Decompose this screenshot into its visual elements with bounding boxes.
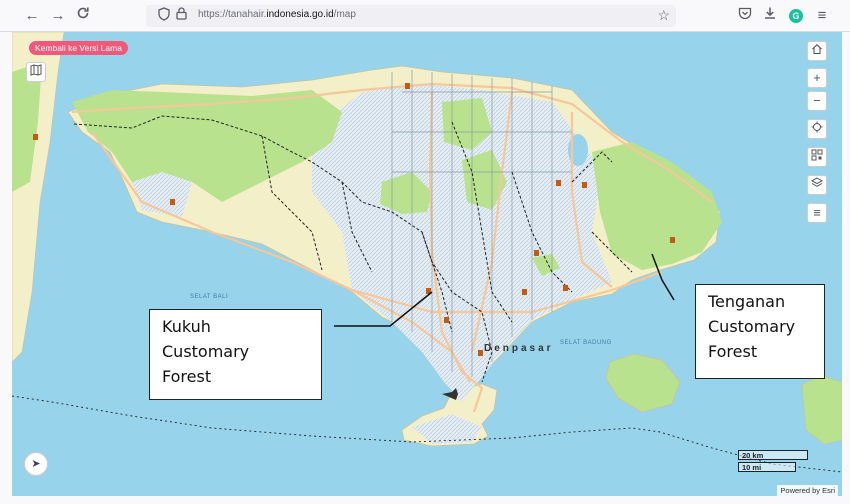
tenganan-line-2: Customary: [708, 317, 796, 336]
url-prefix: https://tanahair.: [198, 9, 267, 20]
sea-label-selat-badung: SELAT BADUNG: [560, 340, 612, 346]
attribution: Powered by Esri: [777, 485, 838, 496]
download-icon[interactable]: [760, 6, 780, 26]
url-text[interactable]: https://tanahair.indonesia.go.id/map: [198, 9, 356, 20]
sea-label-selat-bali: SELAT BALI: [190, 294, 229, 300]
back-icon[interactable]: ←: [22, 6, 42, 26]
layers-icon[interactable]: [807, 175, 827, 195]
forward-icon[interactable]: →: [48, 6, 68, 26]
tenganan-line-1: Tenganan: [708, 292, 786, 311]
window-frame-bottom: [0, 496, 850, 504]
compass-icon[interactable]: ➤: [24, 452, 48, 476]
scale-bar-km: 20 km: [738, 450, 808, 460]
home-icon[interactable]: [807, 41, 827, 61]
url-path: /map: [333, 9, 356, 20]
map-view[interactable]: Kembali ke Versi Lama SELAT BALI SELAT B…: [12, 32, 842, 496]
star-icon[interactable]: ☆: [657, 7, 670, 24]
address-bar[interactable]: https://tanahair.indonesia.go.id/map ☆: [146, 5, 676, 27]
scale-bar-mi: 10 mi: [738, 462, 796, 472]
kukuh-forest-annotation: Kukuh Customary Forest: [149, 309, 322, 400]
zoom-in-icon[interactable]: +: [807, 68, 827, 88]
grammarly-letter: G: [789, 9, 803, 23]
zoom-out-icon[interactable]: −: [807, 91, 827, 111]
list-icon[interactable]: ≡: [807, 203, 827, 223]
lock-icon[interactable]: [176, 7, 187, 23]
pocket-icon[interactable]: [735, 6, 755, 26]
nusa-penida: [605, 353, 681, 413]
kukuh-line-1: Kukuh: [162, 317, 211, 336]
city-label-denpasar: Denpasar: [484, 343, 554, 354]
kukuh-line-2: Customary: [162, 342, 250, 361]
tenganan-forest-annotation: Tenganan Customary Forest: [695, 284, 825, 379]
back-to-old-version-button[interactable]: Kembali ke Versi Lama: [29, 41, 128, 55]
grammarly-icon[interactable]: G: [786, 6, 806, 26]
kukuh-line-3: Forest: [162, 367, 212, 386]
window-frame-right: [842, 32, 850, 504]
menu-icon[interactable]: ≡: [812, 6, 832, 26]
locate-icon[interactable]: [807, 119, 827, 139]
map-canvas: [12, 32, 842, 473]
basemap-icon[interactable]: [26, 62, 46, 82]
url-host: indonesia.go.id: [266, 9, 334, 20]
window-frame-left: [0, 32, 12, 496]
qr-icon[interactable]: [807, 147, 827, 167]
browser-toolbar: ← → https://tanahair.indonesia.go.id/map…: [0, 0, 850, 32]
tenganan-line-3: Forest: [708, 342, 758, 361]
lombok-tip: [801, 375, 842, 445]
reload-icon[interactable]: [73, 6, 93, 26]
shield-icon[interactable]: [158, 7, 170, 24]
